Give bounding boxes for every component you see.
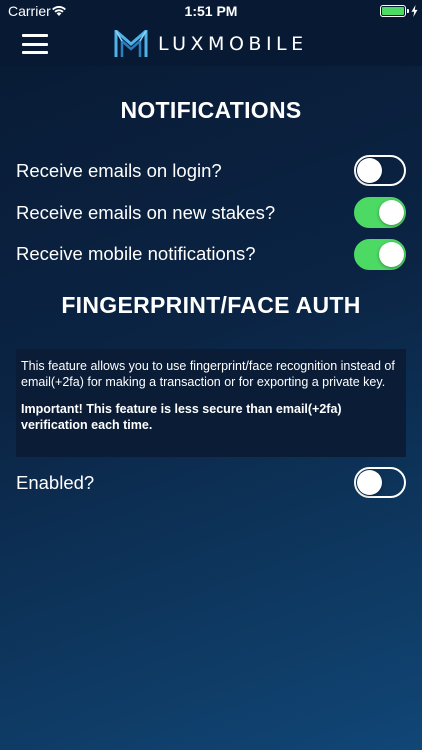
luxmobile-logo: LUXMOBILE (114, 29, 308, 59)
toggle-knob (379, 200, 404, 225)
mobile-notifications-toggle[interactable] (354, 239, 406, 270)
notifications-title: NOTIFICATIONS (120, 97, 302, 123)
nav-bar: LUXMOBILE (0, 22, 422, 66)
battery-level (382, 7, 404, 15)
battery-tip (407, 9, 409, 13)
stakes-email-label: Receive emails on new stakes? (16, 202, 276, 223)
stakes-email-toggle[interactable] (354, 197, 406, 228)
fingerprint-warning: Important! This feature is less secure t… (21, 402, 342, 432)
toggle-knob (379, 242, 404, 267)
login-email-label: Receive emails on login? (16, 160, 222, 181)
hamburger-menu-icon[interactable] (22, 34, 48, 54)
fingerprint-enabled-toggle[interactable] (354, 467, 406, 498)
status-time: 1:51 PM (184, 3, 238, 19)
toggle-knob (357, 470, 382, 495)
luxmobile-logo-icon (114, 30, 148, 57)
fingerprint-title: FINGERPRINT/FACE AUTH (61, 292, 361, 318)
fingerprint-description: This feature allows you to use fingerpri… (21, 359, 395, 389)
menu-line (22, 34, 48, 37)
logo-text: LUXMOBILE (158, 33, 308, 55)
charging-bolt-icon (411, 5, 418, 17)
menu-line (22, 42, 48, 46)
battery-icon (380, 5, 406, 17)
toggle-knob (357, 158, 382, 183)
menu-line (22, 51, 48, 54)
status-bar: Carrier 1:51 PM (0, 0, 422, 22)
mobile-notifications-label: Receive mobile notifications? (16, 243, 256, 264)
fingerprint-enabled-label: Enabled? (16, 472, 95, 493)
fingerprint-info-box: This feature allows you to use fingerpri… (16, 349, 406, 457)
login-email-toggle[interactable] (354, 155, 406, 186)
